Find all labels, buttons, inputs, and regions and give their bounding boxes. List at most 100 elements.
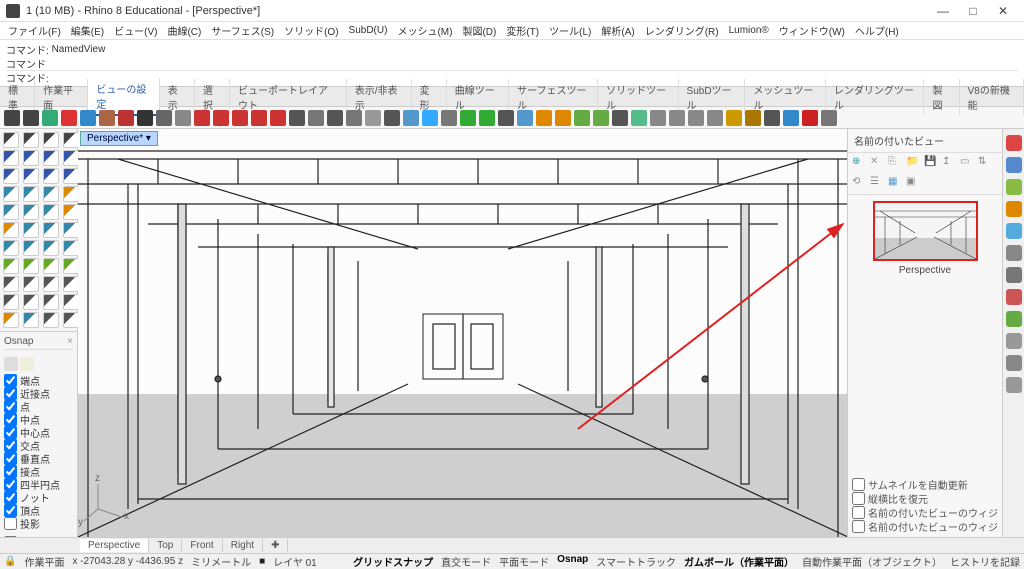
status-units[interactable]: ミリメートル: [191, 554, 251, 569]
toolbar-btn-13[interactable]: [251, 110, 267, 126]
panel-icon-1[interactable]: [1006, 157, 1022, 173]
toolbar-btn-42[interactable]: [802, 110, 818, 126]
tool-23[interactable]: [63, 222, 79, 238]
tab-13[interactable]: レンダリングツール: [826, 79, 925, 115]
nv-up-icon[interactable]: ↥: [942, 156, 956, 170]
tool-10[interactable]: [43, 168, 59, 184]
nv-save-icon[interactable]: 💾: [924, 156, 938, 170]
viewtab-1[interactable]: Top: [149, 539, 182, 552]
toolbar-btn-23[interactable]: [441, 110, 457, 126]
osnap-check-6[interactable]: [4, 452, 17, 465]
tool-0[interactable]: [3, 132, 19, 148]
minimize-button[interactable]: —: [928, 4, 958, 18]
status-layer[interactable]: レイヤ 01: [273, 554, 317, 569]
tool-16[interactable]: [3, 204, 19, 220]
tool-5[interactable]: [23, 150, 39, 166]
status-toggle-3[interactable]: Osnap: [557, 554, 588, 569]
tool-3[interactable]: [63, 132, 79, 148]
viewtab-4[interactable]: ✚: [263, 539, 288, 552]
nv-copy-icon[interactable]: ⎘: [888, 156, 902, 170]
toolbar-btn-36[interactable]: [688, 110, 704, 126]
toolbar-btn-18[interactable]: [346, 110, 362, 126]
status-toggle-7[interactable]: ヒストリを記録: [950, 554, 1020, 569]
tool-29[interactable]: [23, 258, 39, 274]
toolbar-btn-8[interactable]: [156, 110, 172, 126]
viewtab-3[interactable]: Right: [223, 539, 263, 552]
tool-22[interactable]: [43, 222, 59, 238]
named-view-thumbnail[interactable]: [873, 201, 978, 261]
viewtab-0[interactable]: Perspective: [80, 539, 149, 552]
tool-9[interactable]: [23, 168, 39, 184]
nv-sort-icon[interactable]: ⇅: [978, 156, 992, 170]
menu-item-1[interactable]: 編集(E): [67, 22, 108, 39]
toolbar-btn-35[interactable]: [669, 110, 685, 126]
menu-item-11[interactable]: 解析(A): [597, 22, 638, 39]
tool-28[interactable]: [3, 258, 19, 274]
tool-19[interactable]: [63, 204, 79, 220]
menu-item-9[interactable]: 変形(T): [502, 22, 543, 39]
toolbar-btn-26[interactable]: [498, 110, 514, 126]
status-lock-icon[interactable]: 🔒: [4, 556, 16, 567]
nv-opt-check-0[interactable]: [852, 478, 865, 491]
toolbar-btn-27[interactable]: [517, 110, 533, 126]
panel-icon-8[interactable]: [1006, 311, 1022, 327]
osnap-check-2[interactable]: [4, 400, 17, 413]
viewport[interactable]: Perspective* ▾: [78, 129, 847, 537]
nv-prop-icon[interactable]: ▭: [960, 156, 974, 170]
toolbar-btn-31[interactable]: [593, 110, 609, 126]
toolbar-btn-6[interactable]: [118, 110, 134, 126]
toolbar-btn-39[interactable]: [745, 110, 761, 126]
status-toggle-4[interactable]: スマートトラック: [596, 554, 676, 569]
nv-opt-check-1[interactable]: [852, 492, 865, 505]
toolbar-btn-41[interactable]: [783, 110, 799, 126]
tab-15[interactable]: V8の新機能: [960, 79, 1024, 115]
osnap-check-1[interactable]: [4, 387, 17, 400]
tool-38[interactable]: [43, 294, 59, 310]
nv-restore-icon[interactable]: ⟲: [852, 176, 866, 190]
status-toggle-5[interactable]: ガムボール（作業平面）: [684, 554, 794, 569]
toolbar-btn-25[interactable]: [479, 110, 495, 126]
toolbar-btn-17[interactable]: [327, 110, 343, 126]
menu-item-2[interactable]: ビュー(V): [110, 22, 161, 39]
toolbar-btn-3[interactable]: [61, 110, 77, 126]
tool-39[interactable]: [63, 294, 79, 310]
toolbar-btn-12[interactable]: [232, 110, 248, 126]
tool-32[interactable]: [3, 276, 19, 292]
osnap-check-4[interactable]: [4, 426, 17, 439]
tool-43[interactable]: [63, 312, 79, 328]
menu-item-8[interactable]: 製図(D): [458, 22, 500, 39]
osnap-check-3[interactable]: [4, 413, 17, 426]
tool-7[interactable]: [63, 150, 79, 166]
tool-27[interactable]: [63, 240, 79, 256]
menu-item-4[interactable]: サーフェス(S): [207, 22, 278, 39]
tool-42[interactable]: [43, 312, 59, 328]
toolbar-btn-4[interactable]: [80, 110, 96, 126]
viewtab-2[interactable]: Front: [182, 539, 222, 552]
osnap-check-11[interactable]: [4, 517, 17, 530]
menu-item-0[interactable]: ファイル(F): [4, 22, 65, 39]
tool-11[interactable]: [63, 168, 79, 184]
menu-item-5[interactable]: ソリッド(O): [280, 22, 342, 39]
osnap-reset-icon[interactable]: [4, 357, 18, 371]
nv-opt-check-3[interactable]: [852, 520, 865, 533]
osnap-check-8[interactable]: [4, 478, 17, 491]
nv-add-icon[interactable]: ⊕: [852, 156, 866, 170]
tool-17[interactable]: [23, 204, 39, 220]
panel-icon-4[interactable]: [1006, 223, 1022, 239]
toolbar-btn-11[interactable]: [213, 110, 229, 126]
panel-icon-7[interactable]: [1006, 289, 1022, 305]
menu-item-13[interactable]: Lumion®: [725, 24, 773, 37]
panel-icon-6[interactable]: [1006, 267, 1022, 283]
status-toggle-0[interactable]: グリッドスナップ: [353, 554, 433, 569]
tool-21[interactable]: [23, 222, 39, 238]
toolbar-btn-29[interactable]: [555, 110, 571, 126]
osnap-close-icon[interactable]: ×: [67, 336, 73, 347]
toolbar-btn-7[interactable]: [137, 110, 153, 126]
panel-icon-11[interactable]: [1006, 377, 1022, 393]
menu-item-10[interactable]: ツール(L): [545, 22, 595, 39]
menu-item-15[interactable]: ヘルプ(H): [851, 22, 903, 39]
toolbar-btn-38[interactable]: [726, 110, 742, 126]
tool-12[interactable]: [3, 186, 19, 202]
toolbar-btn-15[interactable]: [289, 110, 305, 126]
toolbar-btn-2[interactable]: [42, 110, 58, 126]
